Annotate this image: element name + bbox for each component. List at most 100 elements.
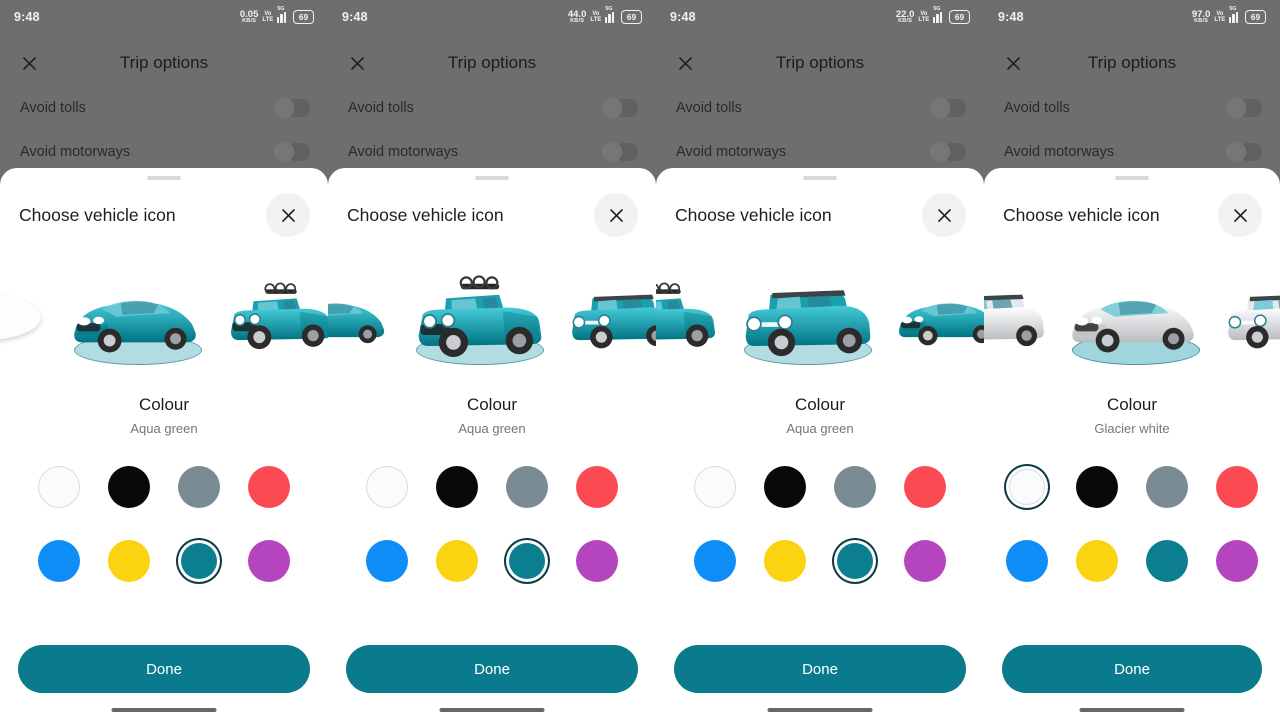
app-bar: Trip options [0, 42, 328, 84]
sheet-title: Choose vehicle icon [19, 204, 176, 225]
option-row[interactable]: Avoid motorways [676, 142, 966, 162]
toggle-switch[interactable] [274, 142, 310, 162]
vehicle-pickup-truck[interactable] [214, 264, 328, 368]
colour-swatch-glacier-white[interactable] [1002, 462, 1052, 512]
toggle-switch[interactable] [602, 142, 638, 162]
colour-swatch-slate-grey[interactable] [1142, 462, 1192, 512]
done-button[interactable]: Done [346, 645, 638, 693]
vehicle-carousel[interactable] [328, 251, 656, 381]
done-button-label: Done [802, 660, 838, 678]
toggle-switch[interactable] [1226, 142, 1262, 162]
phone-screen-4: 9:48 97.0 KB/S Vo LTE 5G 69 Trip options Avoid t… [984, 0, 1280, 720]
close-icon[interactable] [922, 193, 966, 237]
colour-swatch-blue[interactable] [362, 536, 412, 586]
vehicle-suv[interactable] [556, 264, 656, 368]
colour-swatch-yellow[interactable] [432, 536, 482, 586]
colour-swatch-black[interactable] [760, 462, 810, 512]
option-row[interactable]: Avoid motorways [20, 142, 310, 162]
colour-swatch-aqua-green[interactable] [174, 536, 224, 586]
colour-swatch-red[interactable] [244, 462, 294, 512]
done-button[interactable]: Done [1002, 645, 1262, 693]
option-row[interactable]: Avoid tolls [348, 98, 638, 118]
colour-swatch-black[interactable] [104, 462, 154, 512]
close-icon[interactable] [665, 43, 705, 83]
vehicle-pickup-truck[interactable] [404, 257, 556, 375]
vehicle-pickup-truck[interactable] [656, 264, 732, 368]
choose-vehicle-sheet: Choose vehicle icon Colour Aqua green Done [328, 168, 656, 720]
close-icon[interactable] [1218, 193, 1262, 237]
colour-value: Aqua green [130, 421, 198, 436]
navigation-arrow-icon[interactable] [0, 264, 62, 368]
close-icon[interactable] [594, 193, 638, 237]
colour-swatch-red[interactable] [900, 462, 950, 512]
vehicle-sports-car[interactable] [328, 264, 404, 368]
vehicle-carousel[interactable] [984, 251, 1280, 381]
colour-swatch-slate-grey[interactable] [174, 462, 224, 512]
colour-swatch-black[interactable] [432, 462, 482, 512]
colour-swatch-red[interactable] [1212, 462, 1262, 512]
colour-swatch-blue[interactable] [34, 536, 84, 586]
colour-swatch-glacier-white[interactable] [690, 462, 740, 512]
colour-section: Colour Aqua green [0, 395, 328, 436]
toggle-switch[interactable] [1226, 98, 1262, 118]
colour-section: Colour Aqua green [656, 395, 984, 436]
done-button[interactable]: Done [674, 645, 966, 693]
toggle-switch[interactable] [602, 98, 638, 118]
option-row[interactable]: Avoid tolls [1004, 98, 1262, 118]
vehicle-sports-car[interactable] [884, 264, 984, 368]
toggle-switch[interactable] [930, 142, 966, 162]
option-row[interactable]: Avoid tolls [676, 98, 966, 118]
vehicle-carousel[interactable] [0, 251, 328, 381]
vehicle-suv[interactable] [732, 257, 884, 375]
colour-swatch-aqua-green[interactable] [830, 536, 880, 586]
close-icon[interactable] [9, 43, 49, 83]
vehicle-carousel[interactable] [656, 251, 984, 381]
option-label: Avoid tolls [676, 100, 742, 116]
toggle-switch[interactable] [274, 98, 310, 118]
colour-value: Glacier white [1094, 421, 1170, 436]
colour-swatch-yellow[interactable] [104, 536, 154, 586]
vehicle-sports-car[interactable] [62, 257, 214, 375]
colour-swatch-purple[interactable] [900, 536, 950, 586]
toggle-switch[interactable] [930, 98, 966, 118]
vehicle-suv[interactable] [984, 264, 1060, 368]
app-bar: Trip options [984, 42, 1280, 84]
option-row[interactable]: Avoid tolls [20, 98, 310, 118]
page-title: Trip options [119, 53, 209, 72]
vehicle-sports-car[interactable] [1060, 257, 1212, 375]
colour-swatch-yellow[interactable] [1072, 536, 1122, 586]
choose-vehicle-sheet: Choose vehicle icon Colour Aqua green Done [656, 168, 984, 720]
colour-heading: Colour [466, 395, 518, 414]
colour-swatch-purple[interactable] [244, 536, 294, 586]
vehicle-hatchback[interactable] [1212, 264, 1280, 368]
colour-swatch-slate-grey[interactable] [502, 462, 552, 512]
page-title: Trip options [447, 53, 537, 72]
colour-swatch-aqua-green[interactable] [1142, 536, 1192, 586]
colour-swatch-yellow[interactable] [760, 536, 810, 586]
colour-value: Aqua green [786, 421, 854, 436]
colour-swatch-red[interactable] [572, 462, 622, 512]
colour-swatch-slate-grey[interactable] [830, 462, 880, 512]
close-icon[interactable] [337, 43, 377, 83]
close-icon[interactable] [993, 43, 1033, 83]
colour-swatch-glacier-white[interactable] [34, 462, 84, 512]
colour-swatch-black[interactable] [1072, 462, 1122, 512]
colour-swatch-glacier-white[interactable] [362, 462, 412, 512]
home-indicator [767, 708, 873, 712]
done-button-label: Done [146, 660, 182, 678]
colour-swatch-purple[interactable] [1212, 536, 1262, 586]
done-button-label: Done [474, 660, 510, 678]
colour-swatch-purple[interactable] [572, 536, 622, 586]
done-button[interactable]: Done [18, 645, 310, 693]
sheet-header: Choose vehicle icon [656, 180, 984, 237]
colour-swatch-grid [680, 462, 960, 586]
option-label: Avoid tolls [20, 100, 86, 116]
colour-swatch-blue[interactable] [690, 536, 740, 586]
option-row[interactable]: Avoid motorways [348, 142, 638, 162]
home-indicator [439, 708, 545, 712]
colour-swatch-blue[interactable] [1002, 536, 1052, 586]
close-icon[interactable] [266, 193, 310, 237]
colour-swatch-aqua-green[interactable] [502, 536, 552, 586]
option-row[interactable]: Avoid motorways [1004, 142, 1262, 162]
phone-screen-2: 9:48 44.0 KB/S Vo LTE 5G 69 Trip options Avoid t… [328, 0, 656, 720]
